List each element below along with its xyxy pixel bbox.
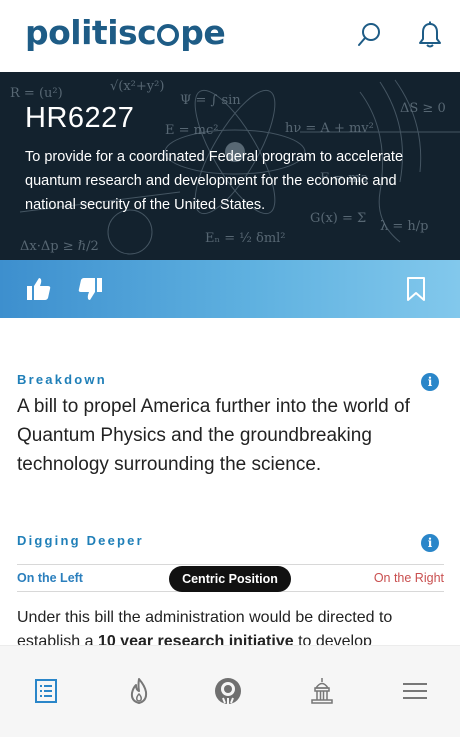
svg-text:λ = h/p: λ = h/p	[380, 219, 428, 234]
breakdown-heading: Breakdown	[17, 372, 107, 387]
bill-id: HR6227	[25, 102, 135, 134]
search-icon[interactable]	[355, 20, 385, 50]
bookmark-icon[interactable]	[402, 275, 430, 303]
svg-text:ΔS ≥ 0: ΔS ≥ 0	[400, 101, 446, 116]
bell-icon[interactable]	[415, 20, 445, 50]
bottom-navigation	[0, 645, 460, 737]
svg-text:hν = A + mv²: hν = A + mv²	[285, 121, 374, 136]
app-header: politisc pe	[0, 0, 460, 72]
svg-text:R = (u²): R = (u²)	[10, 86, 63, 101]
breakdown-text: A bill to propel America further into th…	[17, 396, 410, 475]
app-logo[interactable]: politisc pe	[25, 13, 226, 52]
svg-text:Ψ = ∫ sin: Ψ = ∫ sin	[180, 93, 241, 108]
bills-icon[interactable]	[31, 676, 61, 706]
logo-scope-ring	[157, 24, 180, 46]
breakdown-info-icon[interactable]: i	[421, 373, 439, 391]
bill-hero: E = mc² hν = A + mv² Ψ = ∫ sin R = (u²) …	[0, 72, 460, 260]
digging-deeper-info-icon[interactable]: i	[421, 534, 439, 552]
capitol-icon[interactable]	[307, 676, 337, 706]
bill-action-bar	[0, 260, 460, 318]
svg-text:Eₙ = ¹⁄₂ δml²: Eₙ = ¹⁄₂ δml²	[205, 231, 286, 246]
trending-flame-icon[interactable]	[124, 676, 154, 706]
svg-text:Δx·Δp ≥ ℏ/2: Δx·Δp ≥ ℏ/2	[20, 239, 99, 254]
svg-text:√(x²+y²): √(x²+y²)	[110, 79, 164, 94]
tab-centric-position[interactable]: Centric Position	[169, 566, 291, 592]
thumbs-up-icon[interactable]	[25, 275, 53, 303]
bill-description: To provide for a coordinated Federal pro…	[25, 149, 404, 213]
thumbs-down-icon[interactable]	[76, 275, 104, 303]
political-spectrum-selector: On the Left Centric Position On the Righ…	[17, 564, 444, 592]
scope-icon[interactable]	[213, 676, 243, 706]
tab-on-the-right[interactable]: On the Right	[374, 571, 444, 585]
digging-deeper-heading: Digging Deeper	[17, 533, 144, 548]
svg-text:E = mc²: E = mc²	[165, 123, 218, 138]
menu-icon[interactable]	[400, 676, 430, 706]
tab-on-the-left[interactable]: On the Left	[17, 571, 83, 585]
